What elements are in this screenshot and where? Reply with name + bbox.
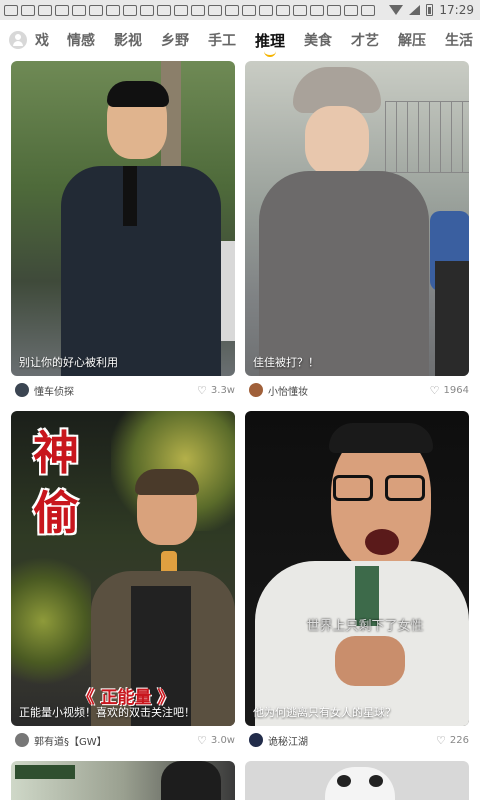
- notification-icon: [4, 4, 18, 16]
- notification-icon: [174, 4, 188, 16]
- video-card[interactable]: 神偷 《 正能量 》 正能量小视频！喜欢的双击关注吧！ 郭有道§【GW】 ♡ 3…: [11, 411, 235, 754]
- video-thumbnail[interactable]: [11, 761, 235, 800]
- overlay-title: 神偷: [33, 426, 79, 540]
- tab-emotion[interactable]: 情感: [67, 30, 95, 50]
- video-card[interactable]: 别让你的好心被利用 懂车侦探 ♡ 3.3w: [11, 61, 235, 404]
- heart-icon: ♡: [436, 733, 446, 747]
- notification-icon: [293, 4, 307, 16]
- tab-talent[interactable]: 才艺: [351, 30, 379, 50]
- card-meta: 小怡懂妆 ♡ 1964: [245, 376, 469, 404]
- video-caption: 他为何逃离只有女人的星球？: [253, 706, 396, 719]
- like-count[interactable]: ♡ 3.3w: [197, 384, 235, 397]
- notification-icon: [106, 4, 120, 16]
- notification-icon: [191, 4, 205, 16]
- tab-food[interactable]: 美食: [304, 30, 332, 50]
- tab-drama[interactable]: 戏: [35, 30, 49, 50]
- video-thumbnail[interactable]: 世界上只剩下了女性 他为何逃离只有女人的星球？: [245, 411, 469, 726]
- heart-icon: ♡: [429, 383, 440, 397]
- video-card[interactable]: 佳佳被打？！ 小怡懂妆 ♡ 1964: [245, 61, 469, 404]
- tab-relax[interactable]: 解压: [398, 30, 426, 50]
- video-thumbnail[interactable]: 神偷 《 正能量 》 正能量小视频！喜欢的双击关注吧！: [11, 411, 235, 726]
- author-name[interactable]: 诡秘江湖: [268, 733, 308, 748]
- like-count[interactable]: ♡ 3.0w: [197, 734, 235, 747]
- tab-film[interactable]: 影视: [114, 30, 142, 50]
- heart-icon: ♡: [197, 733, 207, 747]
- notification-icon: [225, 4, 239, 16]
- card-meta: 诡秘江湖 ♡ 226: [245, 726, 469, 754]
- heart-icon: ♡: [197, 383, 207, 397]
- card-meta: 郭有道§【GW】 ♡ 3.0w: [11, 726, 235, 754]
- notification-icon: [55, 4, 69, 16]
- author-avatar[interactable]: [249, 383, 263, 397]
- video-card[interactable]: 世界上只剩下了女性 他为何逃离只有女人的星球？ 诡秘江湖 ♡ 226: [245, 411, 469, 754]
- notification-icon: [140, 4, 154, 16]
- video-card[interactable]: [11, 761, 235, 800]
- author-name[interactable]: 郭有道§【GW】: [34, 733, 107, 748]
- video-thumbnail[interactable]: 佳佳被打？！: [245, 61, 469, 376]
- tab-handcraft[interactable]: 手工: [208, 30, 236, 50]
- user-profile-icon[interactable]: [9, 31, 27, 49]
- like-count[interactable]: ♡ 1964: [430, 384, 469, 397]
- notification-icon: [89, 4, 103, 16]
- video-thumbnail[interactable]: 别让你的好心被利用: [11, 61, 235, 376]
- notification-icon: [276, 4, 290, 16]
- notification-icon: [344, 4, 358, 16]
- notification-icons: [0, 4, 375, 16]
- signal-icon: [409, 5, 421, 15]
- notification-icon: [123, 4, 137, 16]
- status-bar: 17:29: [0, 0, 480, 20]
- notification-icon: [72, 4, 86, 16]
- card-meta: 懂车侦探 ♡ 3.3w: [11, 376, 235, 404]
- author-avatar[interactable]: [249, 733, 263, 747]
- category-tab-bar: 戏 情感 影视 乡野 手工 推理 美食 才艺 解压 生活 di: [0, 20, 480, 60]
- like-count[interactable]: ♡ 226: [436, 734, 469, 747]
- notification-icon: [361, 4, 375, 16]
- notification-icon: [157, 4, 171, 16]
- video-caption: 别让你的好心被利用: [19, 356, 118, 369]
- wifi-icon: [389, 5, 404, 15]
- notification-icon: [21, 4, 35, 16]
- notification-icon: [208, 4, 222, 16]
- clock: 17:29: [439, 3, 474, 17]
- tab-life[interactable]: 生活: [445, 30, 473, 50]
- author-name[interactable]: 懂车侦探: [34, 383, 74, 398]
- notification-icon: [242, 4, 256, 16]
- author-avatar[interactable]: [15, 733, 29, 747]
- author-avatar[interactable]: [15, 383, 29, 397]
- video-card[interactable]: [245, 761, 469, 800]
- video-caption: 正能量小视频！喜欢的双击关注吧！: [19, 706, 195, 719]
- notification-icon: [38, 4, 52, 16]
- tab-mystery[interactable]: 推理: [255, 30, 285, 57]
- tab-countryside[interactable]: 乡野: [161, 30, 189, 50]
- overlay-subtitle: 世界上只剩下了女性: [306, 619, 424, 634]
- author-name[interactable]: 小怡懂妆: [268, 383, 308, 398]
- video-thumbnail[interactable]: [245, 761, 469, 800]
- battery-icon: [426, 4, 434, 16]
- notification-icon: [327, 4, 341, 16]
- notification-icon: [310, 4, 324, 16]
- notification-icon: [259, 4, 273, 16]
- video-caption: 佳佳被打？！: [253, 356, 319, 369]
